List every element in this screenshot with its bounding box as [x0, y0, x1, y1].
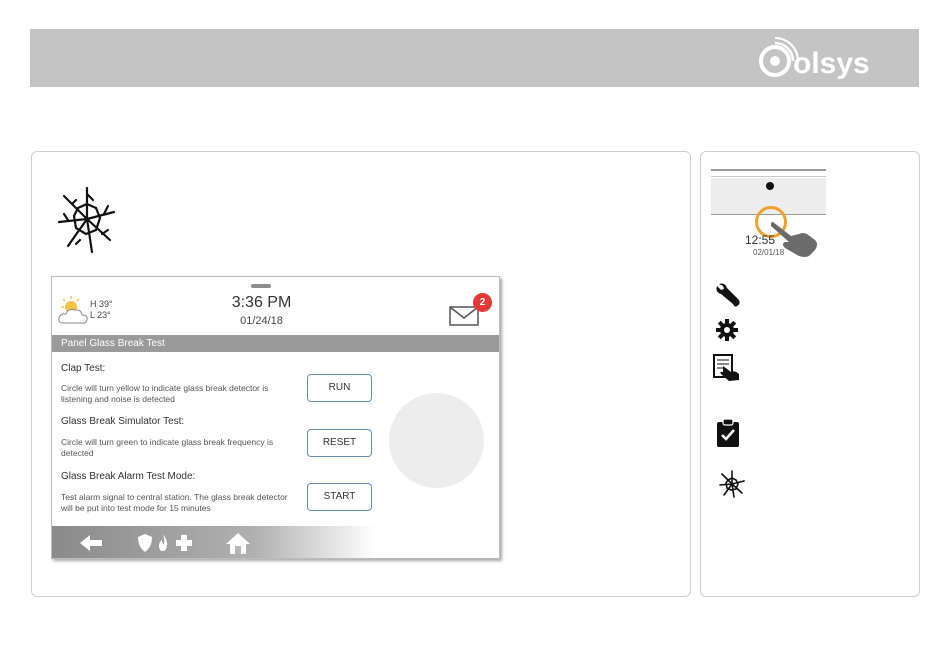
- clap-test-description: Circle will turn yellow to indicate glas…: [61, 383, 269, 404]
- run-button[interactable]: RUN: [307, 374, 372, 402]
- bottom-nav-bar: [52, 526, 499, 558]
- wrench-icon: [716, 283, 740, 307]
- start-button[interactable]: START: [307, 483, 372, 511]
- clock-time: 3:36 PM: [231, 294, 292, 311]
- mail-count-badge: 2: [473, 293, 492, 312]
- glass-break-icon: [57, 186, 116, 254]
- alarm-test-title: Glass Break Alarm Test Mode:: [61, 471, 196, 482]
- drawer-dot: [766, 182, 774, 190]
- logo-text: olsys: [793, 47, 870, 79]
- touch-panel-icon: [713, 354, 739, 381]
- test-indicator-circle: [389, 393, 484, 488]
- fire-icon[interactable]: [155, 531, 171, 555]
- glass-break-icon: [719, 470, 745, 498]
- shield-icon[interactable]: [136, 531, 154, 555]
- qolsys-logo: olsys: [759, 37, 870, 79]
- medical-cross-icon[interactable]: [174, 531, 194, 555]
- alarm-test-description: Test alarm signal to central station. Th…: [61, 492, 288, 513]
- home-icon[interactable]: [225, 531, 251, 555]
- clock-date: 01/24/18: [240, 315, 283, 327]
- reset-button[interactable]: RESET: [307, 429, 372, 457]
- back-arrow-icon[interactable]: [78, 531, 104, 555]
- divider: [711, 169, 826, 171]
- clap-test-title: Clap Test:: [61, 363, 106, 374]
- divider: [711, 176, 826, 177]
- clipboard-check-icon: [717, 418, 739, 447]
- main-panel: H 39° L 23° 3:36 PM 01/24/18 2 Panel Gla…: [31, 151, 691, 597]
- header-banner: olsys: [30, 29, 919, 87]
- simulator-test-description: Circle will turn green to indicate glass…: [61, 437, 274, 458]
- simulator-test-title: Glass Break Simulator Test:: [61, 416, 185, 427]
- steps-panel: 12:55 02/01/18: [700, 151, 920, 597]
- touch-hand-icon: [771, 222, 817, 257]
- mail-icon[interactable]: [449, 306, 479, 326]
- gear-icon: [716, 319, 738, 341]
- panel-screen: H 39° L 23° 3:36 PM 01/24/18 2 Panel Gla…: [51, 276, 500, 559]
- drag-handle[interactable]: [251, 284, 271, 288]
- screen-title: Panel Glass Break Test: [52, 335, 499, 352]
